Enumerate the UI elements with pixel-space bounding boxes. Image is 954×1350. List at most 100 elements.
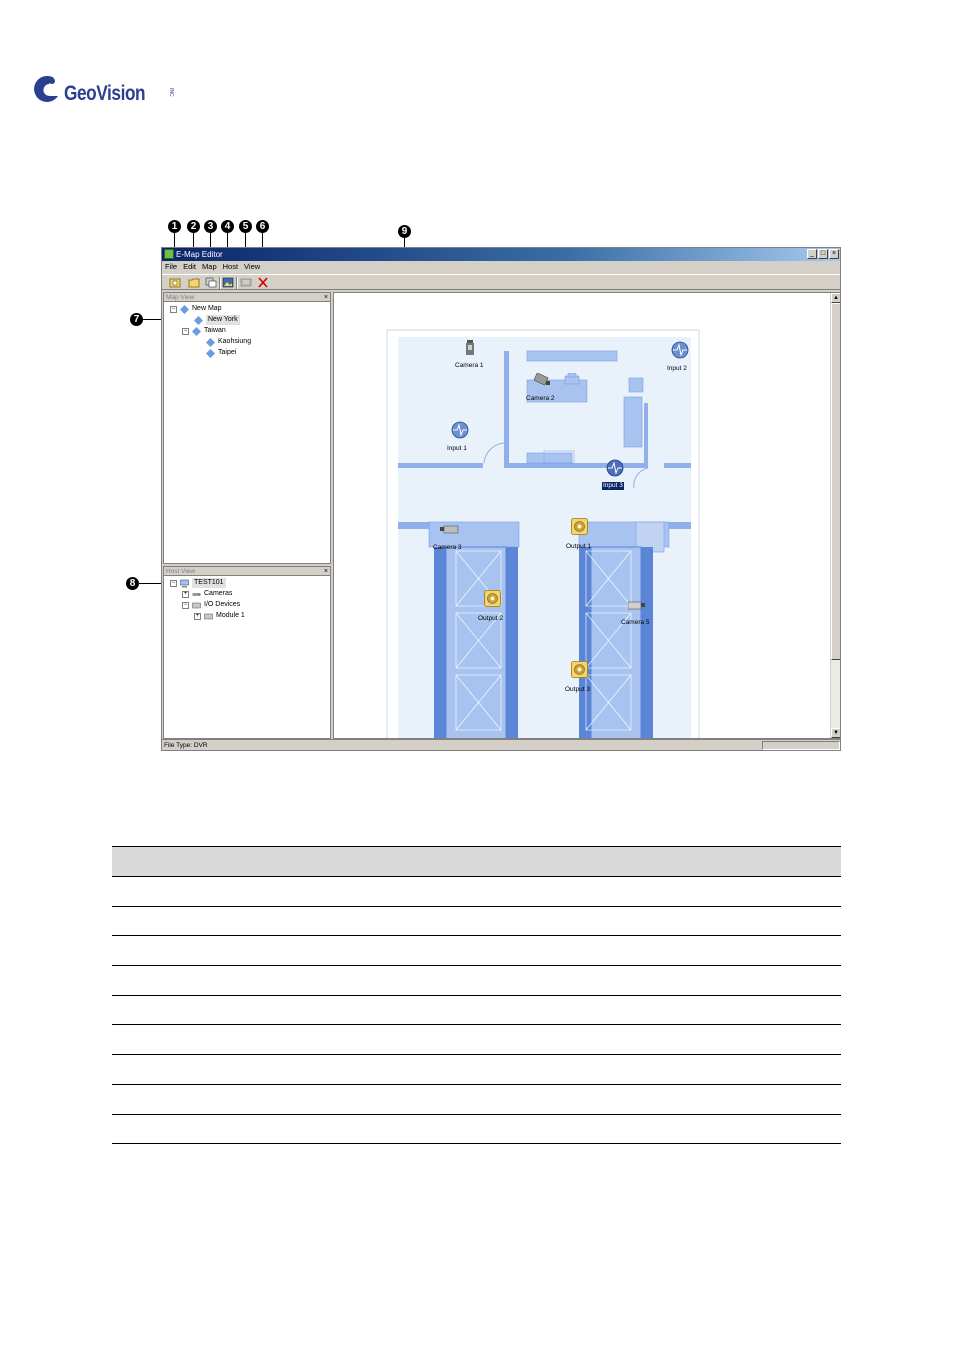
io-module-icon	[204, 613, 213, 619]
description-table	[112, 846, 841, 1145]
toolbar-separator	[219, 277, 220, 289]
tree-item-taipei[interactable]: Taipei	[206, 348, 236, 358]
menu-host[interactable]: Host	[223, 261, 238, 273]
tree-item-test101[interactable]: − TEST101	[170, 578, 226, 588]
expand-icon[interactable]: +	[182, 590, 189, 598]
open-folder-icon[interactable]	[188, 277, 200, 288]
input-3-label: Input 3	[602, 482, 624, 490]
input-3-icon[interactable]	[605, 459, 625, 477]
close-button[interactable]: ×	[829, 249, 839, 259]
tree-item-taiwan[interactable]: − Taiwan	[182, 326, 226, 336]
input-2-icon[interactable]	[670, 341, 690, 359]
tree-item-label: I/O Devices	[204, 601, 241, 608]
add-image-icon[interactable]	[222, 277, 234, 288]
tree-item-label: Taipei	[218, 349, 237, 356]
host-view-close-icon[interactable]: ×	[324, 567, 328, 576]
save-map-icon[interactable]	[205, 277, 217, 288]
map-view-panel-title: Map View	[166, 294, 195, 301]
map-node-icon	[192, 326, 201, 336]
geovision-logo: GeoVision INC	[32, 74, 182, 114]
map-canvas[interactable]: Camera 1 Camera 2 Input 2 Input 1 Input …	[333, 292, 840, 739]
map-node-icon	[180, 304, 189, 314]
tree-item-new-york[interactable]: New York	[194, 315, 240, 325]
map-node-icon	[206, 348, 215, 358]
callout-4: 4	[221, 220, 234, 233]
menu-view[interactable]: View	[244, 261, 260, 273]
tree-item-label: TEST101	[192, 578, 226, 588]
table-row	[112, 996, 841, 1026]
logo-wordmark: GeoVision	[64, 82, 146, 105]
collapse-icon[interactable]: −	[182, 327, 189, 335]
camera-2-icon[interactable]	[534, 373, 552, 387]
tree-item-cameras[interactable]: + Cameras	[182, 589, 232, 599]
map-node-icon	[206, 337, 215, 347]
table-row	[112, 1085, 841, 1115]
callout-1: 1	[168, 220, 181, 233]
tree-item-label: Taiwan	[204, 327, 226, 334]
window-title: E-Map Editor	[176, 250, 223, 259]
table-row	[112, 877, 841, 907]
output-3-label: Output 3	[565, 686, 590, 693]
table-row	[112, 907, 841, 937]
scroll-up-icon[interactable]: ▲	[831, 293, 840, 303]
input-2-label: Input 2	[667, 365, 687, 372]
map-view-close-icon[interactable]: ×	[324, 293, 328, 302]
tree-item-new-map[interactable]: − New Map	[170, 304, 222, 314]
input-1-label: Input 1	[447, 445, 467, 452]
output-1-icon[interactable]	[571, 518, 588, 535]
callout-3: 3	[204, 220, 217, 233]
desk-chair-icon	[564, 373, 580, 385]
host-view-panel-header: Host View ×	[164, 567, 330, 576]
map-view-panel-header: Map View ×	[164, 293, 330, 302]
tree-item-label: New Map	[192, 305, 222, 312]
geovision-logo-icon	[34, 75, 58, 102]
callout-7: 7	[130, 313, 143, 326]
table-row	[112, 936, 841, 967]
title-bar[interactable]: E-Map Editor _ □ ×	[162, 248, 840, 261]
properties-icon[interactable]	[240, 277, 252, 288]
camera-5-icon[interactable]	[628, 600, 646, 612]
menu-file[interactable]: File	[165, 261, 177, 273]
map-view-panel: Map View × − New Map New York − Taiwan K…	[163, 292, 331, 564]
output-1-label: Output 1	[566, 543, 591, 550]
scroll-down-icon[interactable]: ▼	[831, 728, 840, 738]
map-node-icon	[194, 315, 203, 325]
tree-item-kaohsiung[interactable]: Kaohsiung	[206, 337, 251, 347]
camera-1-icon[interactable]	[466, 340, 474, 356]
toolbar	[162, 274, 840, 290]
scroll-thumb[interactable]	[831, 303, 840, 660]
menu-edit[interactable]: Edit	[183, 261, 196, 273]
output-2-icon[interactable]	[484, 590, 501, 607]
minimize-button[interactable]: _	[807, 249, 817, 259]
collapse-icon[interactable]: −	[182, 601, 189, 609]
delete-icon[interactable]	[257, 277, 269, 288]
input-1-icon[interactable]	[450, 421, 470, 439]
menu-map[interactable]: Map	[202, 261, 217, 273]
host-computer-icon	[180, 579, 189, 587]
vertical-scrollbar[interactable]: ▲ ▼	[830, 293, 840, 738]
callout-2: 2	[187, 220, 200, 233]
table-row	[112, 1115, 841, 1145]
tree-item-io-devices[interactable]: − I/O Devices	[182, 600, 240, 610]
host-view-panel: Host View × − TEST101 + Cameras − I/O De…	[163, 566, 331, 739]
expand-icon[interactable]: +	[194, 612, 201, 620]
camera-3-label: Camera 3	[433, 544, 462, 551]
callout-8: 8	[126, 577, 139, 590]
camera-1-label: Camera 1	[455, 362, 484, 369]
tree-item-label: New York	[206, 315, 240, 325]
output-2-label: Output 2	[478, 615, 503, 622]
camera-2-label: Camera 2	[526, 395, 555, 402]
tree-item-label: Kaohsiung	[218, 338, 252, 345]
new-map-icon[interactable]	[169, 277, 181, 288]
tree-item-module-1[interactable]: + Module 1	[194, 611, 245, 621]
collapse-icon[interactable]: −	[170, 305, 177, 313]
camera-3-icon[interactable]	[440, 524, 460, 536]
output-3-icon[interactable]	[571, 661, 588, 678]
host-view-panel-title: Host View	[166, 568, 196, 575]
table-row	[112, 966, 841, 996]
camera-5-label: Camera 5	[621, 619, 650, 626]
camera-group-icon	[192, 592, 201, 596]
status-bar: File Type: DVR	[162, 739, 840, 750]
collapse-icon[interactable]: −	[170, 579, 177, 587]
maximize-button[interactable]: □	[818, 249, 828, 259]
